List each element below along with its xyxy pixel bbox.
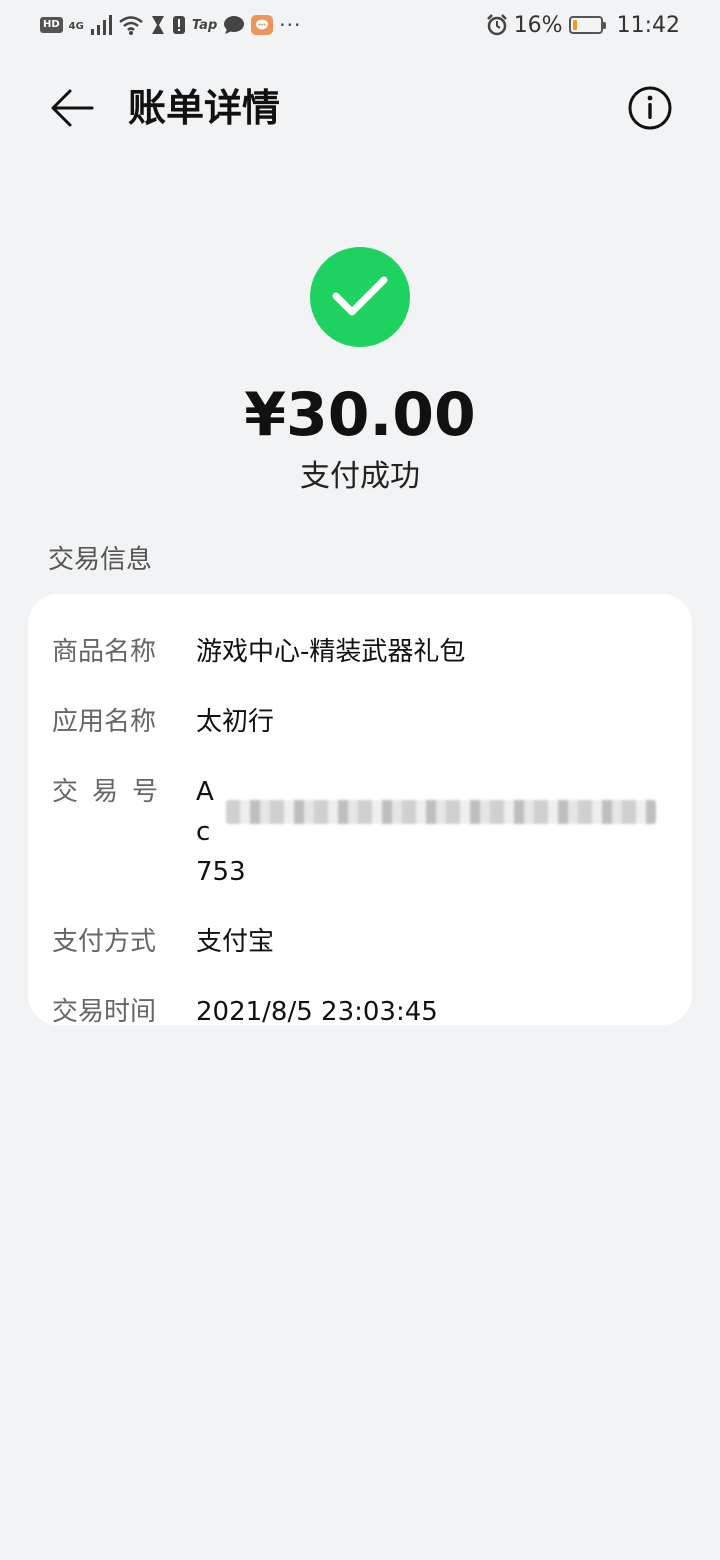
- info-icon: [628, 86, 672, 130]
- transaction-id-tail: 753: [196, 857, 246, 887]
- success-check-icon: [310, 247, 410, 347]
- battery-percent: 16%: [513, 12, 563, 38]
- alert-icon: [172, 16, 185, 34]
- battery-icon: [568, 16, 606, 34]
- chat-bubble-icon: [224, 16, 245, 34]
- transaction-id-value[interactable]: Ac 753: [196, 772, 656, 892]
- transaction-time-label: 交易时间: [52, 997, 157, 1027]
- product-value: 游戏中心-精装武器礼包: [196, 637, 466, 667]
- transaction-id-prefix: Ac: [196, 777, 214, 847]
- product-label: 商品名称: [52, 637, 157, 667]
- back-button[interactable]: [44, 82, 100, 134]
- detail-row-time: 交易时间 2021/8/5 23:03:45: [28, 992, 692, 1032]
- page-title: 账单详情: [128, 86, 281, 130]
- app-label: 应用名称: [52, 707, 157, 737]
- payment-method-label: 支付方式: [52, 927, 157, 957]
- detail-row-transaction-id: 交易号 Ac 753: [28, 772, 692, 892]
- info-button[interactable]: [624, 82, 676, 134]
- redacted-transaction-id: [225, 800, 656, 824]
- wifi-icon: [119, 16, 143, 35]
- clock: 11:42: [616, 12, 680, 38]
- payment-amount: ¥30.00: [244, 380, 476, 450]
- detail-row-payment-method: 支付方式 支付宝: [28, 922, 692, 962]
- transaction-id-label: 交易号: [52, 777, 173, 807]
- transaction-time-value: 2021/8/5 23:03:45: [196, 997, 438, 1027]
- detail-row-app: 应用名称 太初行: [28, 702, 692, 742]
- payment-method-value: 支付宝: [196, 927, 275, 957]
- signal-icon: [90, 15, 112, 35]
- transaction-details-card: 商品名称 游戏中心-精装武器礼包 应用名称 太初行 交易号 Ac 753 支付方…: [28, 594, 692, 1027]
- tap-icon: Tap: [191, 17, 218, 33]
- status-right: 16% 11:42: [486, 13, 680, 38]
- orange-chat-icon: [251, 15, 274, 35]
- more-dots-icon: ···: [279, 13, 302, 37]
- hourglass-icon: [151, 16, 164, 34]
- back-arrow-icon: [51, 89, 94, 127]
- status-left: HD 4G Tap ···: [40, 13, 301, 37]
- alarm-icon: [486, 14, 507, 36]
- app-value: 太初行: [196, 707, 275, 737]
- status-bar: HD 4G Tap ··· 16% 11:42: [0, 0, 720, 50]
- payment-status: 支付成功: [300, 459, 420, 494]
- hd-badge: HD: [40, 17, 63, 33]
- detail-row-product: 商品名称 游戏中心-精装武器礼包: [28, 632, 692, 672]
- section-title-transaction-info: 交易信息: [48, 545, 153, 575]
- app-bar: 账单详情: [0, 60, 720, 156]
- battery-fill: [572, 20, 577, 30]
- network-type: 4G: [68, 21, 84, 32]
